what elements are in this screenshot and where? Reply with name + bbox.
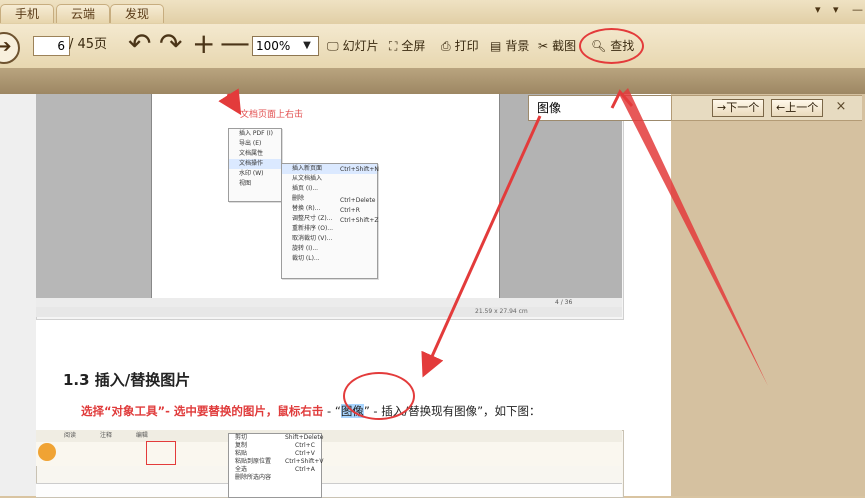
- embedded-page-indicator: 4 / 36: [555, 299, 573, 306]
- slideshow-label: 幻灯片: [342, 39, 379, 53]
- instruction-text: 选择“对象工具”- 选中要替换的图片，鼠标右击 - “图像” - 插入/替换现有…: [81, 403, 541, 419]
- instruction-mid-part: - “: [327, 404, 341, 418]
- menu-item: 从文档插入: [292, 175, 323, 182]
- bottom-tab: 编辑: [135, 432, 148, 439]
- menu-item: 裁切 (L)...: [292, 255, 320, 262]
- menu-item: 文档属性: [239, 150, 264, 157]
- menu-item: 视图: [239, 180, 252, 187]
- embedded-context-menu: 插入 PDF (I) 导出 (E) 文档属性 文档操作 水印 (W) 视图: [228, 128, 282, 202]
- bottom-tab: 注释: [99, 432, 112, 439]
- menu-item: 重新排序 (O)...: [292, 225, 334, 232]
- fullscreen-button[interactable]: ⛶ 全屏: [389, 37, 425, 55]
- chevron-down-icon[interactable]: ▼: [299, 36, 315, 56]
- tab-phone[interactable]: 手机: [0, 4, 55, 23]
- shortcut-label: Shift+Delete: [285, 434, 324, 441]
- background-icon: ▤: [490, 39, 502, 53]
- background-button[interactable]: ▤ 背景: [490, 37, 529, 55]
- shortcut-label: Ctrl+C: [295, 442, 315, 449]
- redo-icon[interactable]: ↷: [159, 28, 182, 60]
- page-number-input[interactable]: 6: [33, 36, 70, 56]
- tab-discover[interactable]: 发现: [110, 4, 165, 23]
- menu-item: 导出 (E): [239, 140, 262, 147]
- embedded-draw-toolbar: [36, 298, 622, 307]
- menu-item: 水印 (W): [239, 170, 264, 177]
- undo-icon[interactable]: ↶: [128, 28, 151, 60]
- document-right-margin: [671, 94, 865, 496]
- embedded-status-bar: [36, 307, 622, 317]
- close-icon[interactable]: ×: [833, 99, 849, 115]
- fullscreen-label: 全屏: [401, 39, 426, 53]
- print-icon: ⎙: [441, 39, 451, 53]
- section-heading: 1.3 插入/替换图片: [63, 371, 191, 389]
- object-tool-highlight: [146, 441, 176, 465]
- logo-icon: [38, 443, 56, 461]
- menu-item: 替换 (R)...: [292, 205, 321, 212]
- bottom-embedded-ruler: [36, 483, 622, 497]
- shortcut-label: Ctrl+Shift+V: [285, 458, 324, 465]
- menu-item: 文档操作: [229, 159, 281, 169]
- match-highlight-circle: [343, 372, 415, 420]
- screenshot-button[interactable]: ✂ 截图: [538, 37, 576, 55]
- embedded-gray-right: [498, 94, 622, 298]
- minimize-button[interactable]: —: [852, 3, 863, 16]
- zoom-out-icon[interactable]: —: [220, 28, 250, 60]
- bottom-tab: 阅读: [64, 432, 77, 439]
- menu-dropdown-icon[interactable]: ▾: [815, 3, 821, 16]
- slideshow-button[interactable]: 🖵 幻灯片: [327, 37, 379, 55]
- embedded-gray-left: [36, 94, 151, 298]
- embedded-page-size: 21.59 x 27.94 cm: [475, 308, 528, 315]
- menu-item: 插入 PDF (I): [239, 130, 273, 137]
- background-label: 背景: [505, 39, 530, 53]
- menu-item: 旋转 (I)...: [292, 245, 319, 252]
- shortcut-label: Ctrl+A: [295, 466, 315, 473]
- menu-item: 取消裁切 (V)...: [292, 235, 333, 242]
- zoom-in-icon[interactable]: +: [192, 28, 215, 60]
- tab-cloud[interactable]: 云端: [56, 4, 111, 23]
- shortcut-label: Ctrl+Delete: [340, 197, 376, 204]
- screenshot-label: 截图: [552, 39, 577, 53]
- instruction-red-part: 选择“对象工具”- 选中要替换的图片，鼠标右击: [81, 404, 324, 418]
- bottom-embedded-tabbar: 阅读 注释 编辑: [36, 430, 622, 442]
- bottom-embedded-ribbon: [36, 442, 622, 466]
- toolbar-separator-strip: [0, 68, 865, 94]
- find-input[interactable]: [535, 100, 661, 116]
- menu-item: 插页 (I)...: [292, 185, 319, 192]
- shortcut-label: Ctrl+R: [340, 207, 360, 214]
- find-next-button[interactable]: →下一个: [712, 99, 765, 117]
- menu-item: 删除所选内容: [235, 474, 272, 481]
- find-prev-button[interactable]: ←上一个: [771, 99, 824, 117]
- shortcut-label: Ctrl+Shift+Z: [340, 217, 379, 224]
- slideshow-icon: 🖵: [327, 39, 339, 53]
- scissors-icon: ✂: [538, 39, 549, 53]
- print-button[interactable]: ⎙ 打印: [441, 37, 479, 55]
- shortcut-label: Ctrl+Shift+N: [340, 166, 379, 173]
- embedded-caption: 文档页面上右击: [240, 110, 304, 120]
- skin-dropdown-icon[interactable]: ▾: [833, 3, 839, 16]
- fullscreen-icon: ⛶: [389, 39, 398, 53]
- shortcut-label: Ctrl+V: [295, 450, 315, 457]
- print-label: 打印: [454, 39, 479, 53]
- document-left-gutter: [0, 94, 36, 496]
- find-highlight-circle: [579, 28, 644, 64]
- page-total-label: / 45页: [69, 37, 108, 52]
